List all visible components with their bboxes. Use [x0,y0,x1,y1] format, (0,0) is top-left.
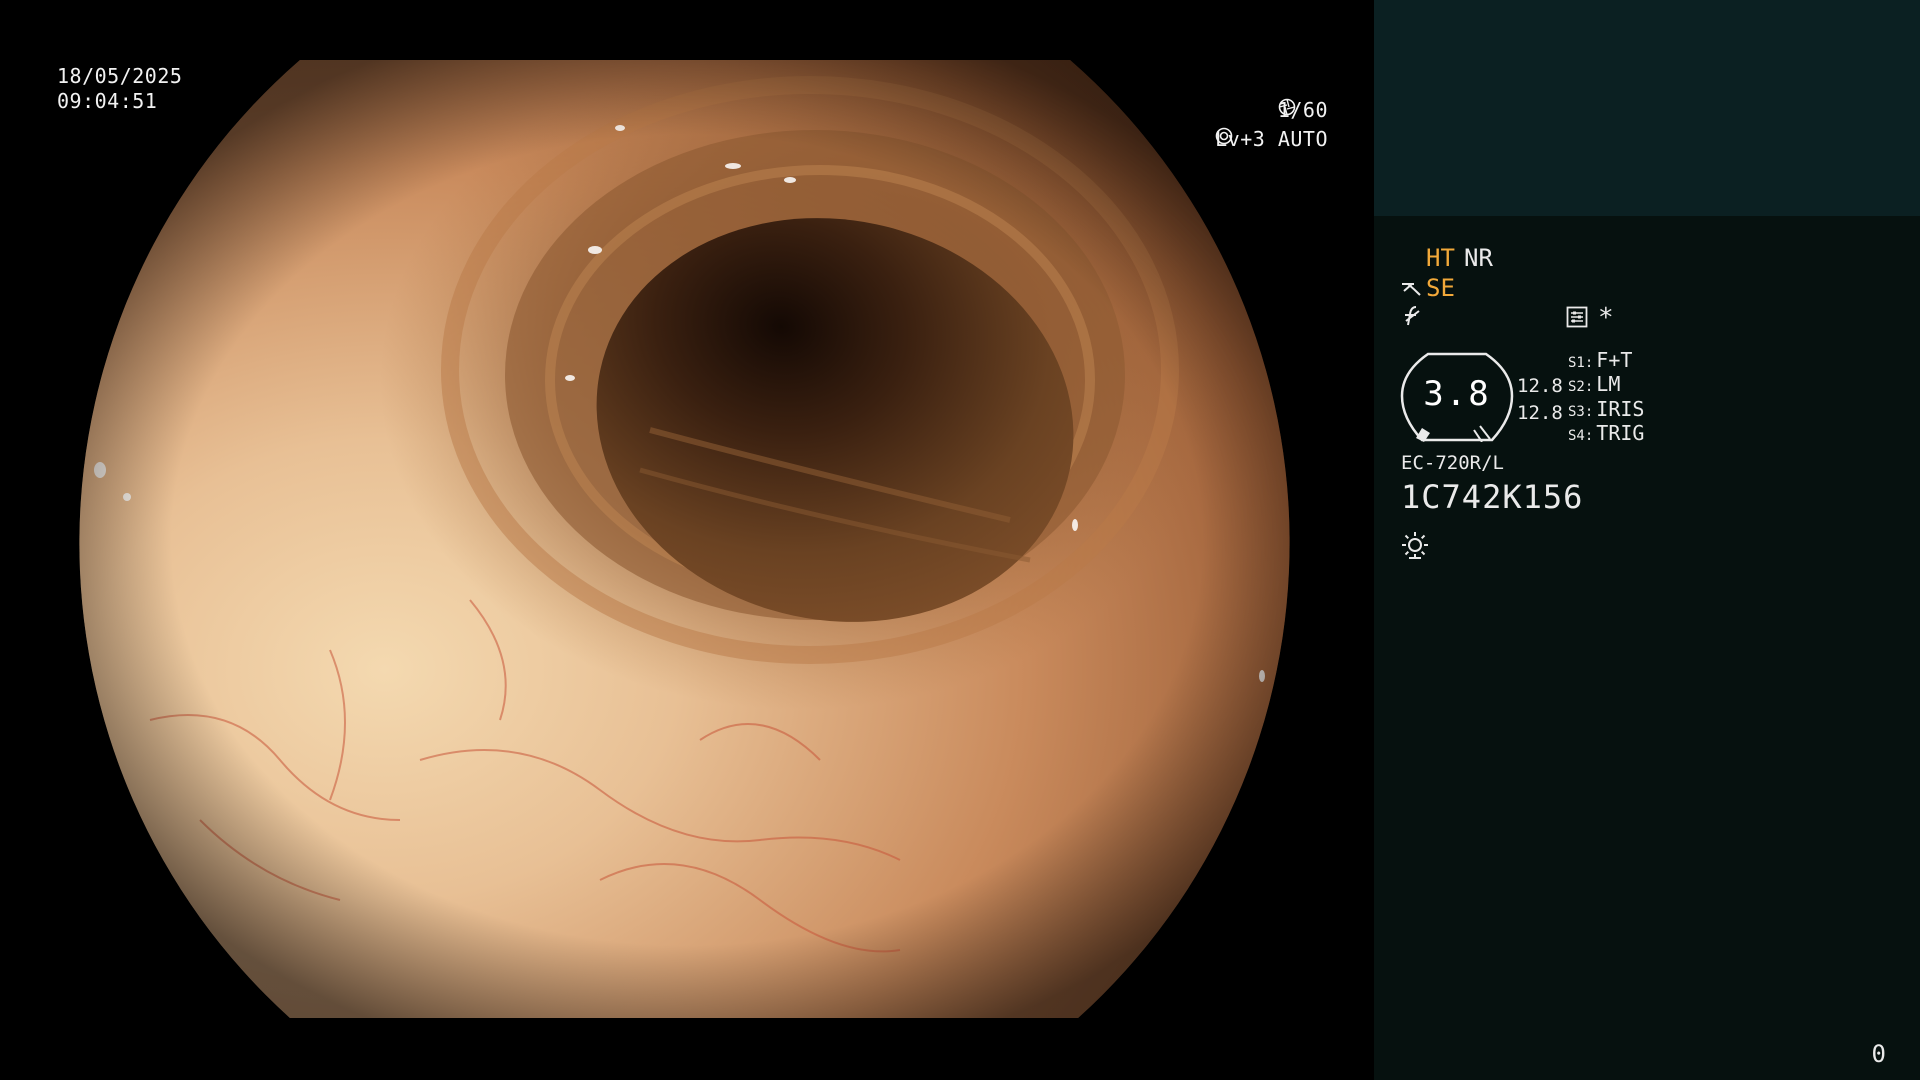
scope-enhance-icon [1400,278,1424,306]
level-readout: Lv+3 AUTO [1215,127,1331,152]
switch-key: S2: [1568,379,1594,395]
date-readout: 18/05/2025 [57,64,183,88]
time-readout: 09:04:51 [57,89,158,113]
switch-label: TRIG [1596,421,1645,445]
panel-header-area [1374,0,1920,216]
scope-model: EC-720R/L [1401,452,1504,474]
info-panel: HT NR SE * 3.8 12.8 12.8 S1: F+T S2: LM S3… [1374,0,1920,1080]
switch-key: S1: [1568,355,1594,371]
settings-icon [1566,306,1588,334]
switch-s2: S2: LM [1568,372,1620,399]
ht-indicator: HT [1426,244,1455,272]
switch-key: S4: [1568,428,1594,444]
switch-s3: S3: IRIS [1568,397,1644,424]
scope-diameter-value: 3.8 [1423,374,1491,414]
switch-label: F+T [1596,348,1633,372]
asterisk-indicator: * [1598,303,1614,333]
switch-label: IRIS [1596,397,1645,421]
se-indicator: SE [1426,274,1455,302]
switch-s1: S1: F+T [1568,348,1632,375]
endoscopic-view: 18/05/2025 09:04:51 1/60 Lv+3 AUTO [0,0,1374,1080]
endoscopy-screen: 18/05/2025 09:04:51 1/60 Lv+3 AUTO HT NR… [0,0,1920,1080]
working-length-1: 12.8 [1517,375,1563,397]
switch-key: S3: [1568,404,1594,420]
colon-lumen-image [79,60,1290,1018]
working-length-2: 12.8 [1517,402,1563,424]
nr-indicator: NR [1464,244,1493,272]
freeze-icon [1402,304,1424,334]
image-counter: 0 [1871,1040,1886,1068]
light-icon [1400,530,1430,566]
switch-label: LM [1596,372,1621,396]
scope-serial: 1C742K156 [1401,478,1584,516]
switch-s4: S4: TRIG [1568,421,1644,448]
shutter-readout: 1/60 [1278,98,1331,123]
